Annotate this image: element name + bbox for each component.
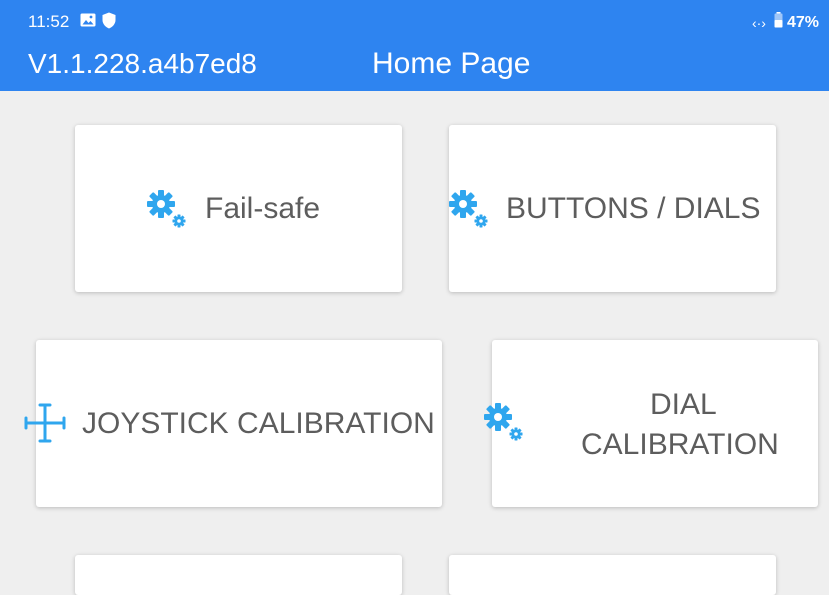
image-icon [80,12,96,33]
gears-icon [484,402,526,449]
buttons-dials-label: BUTTONS / DIALS [506,192,761,225]
dial-calibration-label-line1: DIAL [650,388,717,421]
buttons-dials-card[interactable]: BUTTONS / DIALS [449,125,776,292]
app-header: 11:52 ‹·› 47% V1.1.228.a4b7ed8 Home Page [0,0,829,91]
shield-icon [102,12,116,34]
dial-calibration-card[interactable]: DIAL CALIBRATION [484,340,818,507]
fail-safe-label: Fail-safe [205,192,321,225]
joystick-calibration-label: JOYSTICK CALIBRATION [82,407,435,440]
version-label: V1.1.228.a4b7ed8 [28,48,257,79]
joystick-calibration-card[interactable]: JOYSTICK CALIBRATION [36,340,442,507]
status-right: ‹·› 47% [752,12,819,34]
data-sync-icon: ‹·› [751,15,766,31]
dial-calibration-label-line2: CALIBRATION [581,428,779,461]
fail-safe-card[interactable]: Fail-safe [75,125,402,292]
page-title: Home Page [372,47,531,80]
battery-percent: 47% [786,14,819,31]
gears-icon [147,190,189,235]
status-time: 11:52 [28,12,70,31]
battery-icon [774,12,783,34]
crosshair-icon [23,401,67,450]
gears-icon [449,190,491,235]
partial-card-right[interactable] [449,555,776,595]
partial-card-left[interactable] [75,555,402,595]
